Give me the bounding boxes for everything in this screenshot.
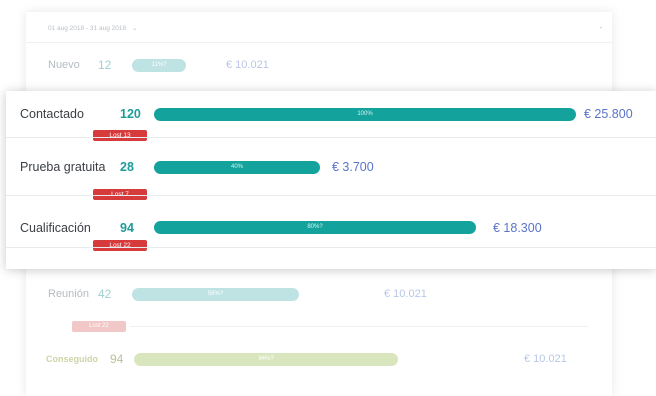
stage-label-nuevo: Nuevo — [48, 59, 80, 71]
stage-bar-percent: 80%? — [307, 224, 323, 230]
chevron-down-icon: ⌄ — [132, 25, 138, 32]
date-range-text: 01 aug 2018 - 31 aug 2018 — [48, 25, 127, 32]
stage-bar-percent: 40% — [230, 164, 243, 170]
stage-bar-cualificacion[interactable]: 80%? — [154, 221, 476, 234]
stage-bar-prueba-gratuita[interactable]: 40% — [154, 161, 320, 174]
stage-amount-nuevo: € 10.021 — [226, 59, 269, 71]
stage-count-contactado: 120 — [120, 107, 141, 121]
stage-label-prueba-gratuita: Prueba gratuita — [20, 160, 106, 174]
funnel-card: Contactado 120 100% € 25.800 Lost 13 Pru… — [6, 91, 656, 269]
more-icon[interactable]: • — [600, 26, 602, 32]
stage-bar-reunion[interactable]: 59%? — [132, 288, 299, 301]
stage-bar-nuevo[interactable]: 11%? — [132, 59, 186, 72]
stage-label-cualificacion: Cualificación — [20, 221, 91, 235]
stage-amount-reunion: € 10.021 — [384, 288, 427, 300]
lost-badge-contactado[interactable]: Lost 13 — [93, 130, 147, 141]
date-range-selector[interactable]: 01 aug 2018 - 31 aug 2018 ⌄ — [48, 24, 138, 32]
stage-bar-conseguido[interactable]: 94%? — [134, 353, 398, 366]
stage-bar-percent: 100% — [357, 111, 373, 117]
stage-count-nuevo: 12 — [98, 58, 112, 72]
row-divider — [6, 195, 656, 196]
stage-count-prueba-gratuita: 28 — [120, 160, 134, 174]
stage-bar-percent: 59%? — [207, 291, 224, 297]
stage-count-reunion: 42 — [98, 287, 112, 301]
stage-label-conseguido: Conseguido — [46, 354, 98, 364]
stage-amount-prueba-gratuita: € 3.700 — [332, 160, 374, 174]
stage-bar-percent: 11%? — [151, 62, 167, 68]
stage-amount-conseguido: € 10.021 — [524, 353, 567, 365]
stage-label-contactado: Contactado — [20, 107, 84, 121]
row-divider — [130, 326, 588, 327]
stage-bar-contactado[interactable]: 100% — [154, 108, 576, 121]
stage-amount-cualificacion: € 18.300 — [493, 221, 542, 235]
stage-bar-percent: 94%? — [258, 356, 274, 362]
stage-count-conseguido: 94 — [110, 352, 124, 366]
lost-badge-cualificacion[interactable]: Lost 22 — [93, 240, 147, 251]
stage-label-reunion: Reunión — [48, 288, 89, 300]
stage-count-cualificacion: 94 — [120, 221, 134, 235]
lost-badge-reunion[interactable]: Lost 22 — [72, 321, 126, 332]
stage-amount-contactado: € 25.800 — [584, 107, 633, 121]
row-divider — [6, 137, 656, 138]
row-divider — [6, 247, 656, 248]
header-divider — [26, 42, 612, 43]
